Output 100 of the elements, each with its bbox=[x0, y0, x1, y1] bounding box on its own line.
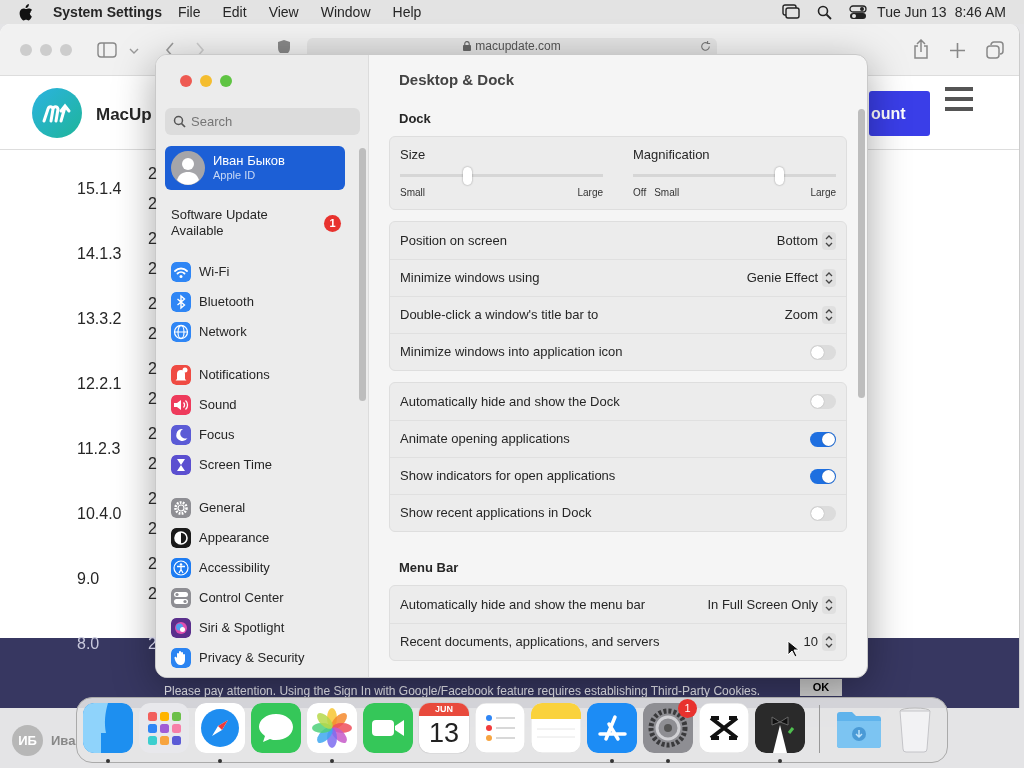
sidebar-item[interactable]: Notifications bbox=[165, 360, 345, 390]
logo-icon[interactable] bbox=[32, 88, 82, 138]
orb-icon bbox=[171, 618, 191, 638]
zoom-button[interactable] bbox=[220, 75, 232, 87]
scrollbar[interactable] bbox=[359, 148, 366, 401]
account-item[interactable]: Иван Быков Apple ID bbox=[165, 146, 345, 190]
table-cell-text: 2 bbox=[148, 293, 157, 314]
menu-icon[interactable] bbox=[945, 87, 973, 111]
menu-item[interactable]: Window bbox=[320, 1, 371, 23]
toggles-icon[interactable] bbox=[849, 4, 868, 20]
menu-bar-clock[interactable]: 8:46 AM bbox=[954, 1, 1006, 23]
finder-icon[interactable] bbox=[83, 703, 133, 753]
arrow-mark-icon bbox=[42, 103, 72, 123]
scrollbar[interactable] bbox=[858, 109, 865, 398]
popup-button[interactable]: In Full Screen Only bbox=[707, 594, 836, 615]
shield-icon[interactable] bbox=[278, 40, 290, 53]
table-cell-text: 2 bbox=[148, 358, 157, 379]
account-subtitle: Apple ID bbox=[213, 168, 257, 183]
slider-thumb[interactable] bbox=[775, 166, 785, 185]
calendar-icon[interactable]: JUN 13 bbox=[419, 703, 469, 753]
display-icon[interactable] bbox=[782, 4, 801, 20]
popup-button[interactable]: Genie Effect bbox=[746, 268, 836, 288]
stepper-icon bbox=[822, 595, 836, 614]
mouse-pointer-icon bbox=[787, 640, 799, 658]
popup-button[interactable]: 10 bbox=[803, 632, 836, 652]
sidebar-item[interactable]: Appearance bbox=[165, 523, 345, 553]
sidebar-item[interactable]: Control Center bbox=[165, 583, 345, 613]
chevron-icon[interactable] bbox=[129, 47, 139, 55]
app-store-icon[interactable] bbox=[587, 703, 637, 753]
wifi-icon bbox=[171, 262, 191, 282]
popup-button[interactable]: Bottom bbox=[776, 230, 836, 251]
setting-label: Automatically hide and show the menu bar bbox=[400, 595, 645, 614]
pane-title: Desktop & Dock bbox=[398, 69, 516, 90]
sidebar-item[interactable]: Focus bbox=[165, 420, 345, 450]
address-field[interactable]: macupdate.com bbox=[307, 38, 717, 54]
slider-thumb[interactable] bbox=[463, 166, 472, 185]
sidebar-item[interactable]: Bluetooth bbox=[165, 287, 345, 317]
version-cell-text: 15.1.4 bbox=[76, 178, 123, 199]
search-field[interactable]: Search bbox=[165, 108, 360, 135]
popup-button[interactable]: Zoom bbox=[784, 305, 836, 325]
sidebar-item[interactable]: Siri & Spotlight bbox=[165, 613, 345, 643]
setting-label: Automatically hide and show the Dock bbox=[400, 392, 620, 411]
gear-icon[interactable] bbox=[643, 703, 693, 753]
sidebar-item[interactable]: Wi-Fi bbox=[165, 257, 345, 287]
grid-icon[interactable] bbox=[139, 703, 189, 753]
sidebar-item[interactable]: Privacy & Security bbox=[165, 643, 345, 673]
sidebar-item[interactable]: Accessibility bbox=[165, 553, 345, 583]
notification-badge: 1 bbox=[678, 699, 697, 718]
tick-label: Large bbox=[810, 185, 836, 200]
sidebar-item[interactable]: Network bbox=[165, 317, 345, 347]
tabs-icon[interactable] bbox=[986, 41, 1004, 59]
account-button[interactable]: ount bbox=[869, 91, 930, 136]
close-button[interactable] bbox=[20, 44, 32, 56]
menu-item[interactable]: Edit bbox=[222, 1, 247, 23]
share-icon[interactable] bbox=[913, 39, 929, 59]
chat-bubble-icon[interactable] bbox=[251, 703, 301, 753]
tick-label: Small bbox=[400, 185, 425, 200]
toggle-switch[interactable] bbox=[810, 468, 836, 484]
flower-icon[interactable] bbox=[307, 703, 357, 753]
sidebar-item[interactable]: Sound bbox=[165, 390, 345, 420]
sidebar-item[interactable]: General bbox=[165, 493, 345, 523]
toggle-switch[interactable] bbox=[810, 431, 836, 447]
app-menu[interactable]: System Settings bbox=[53, 1, 162, 23]
menu-item[interactable]: View bbox=[268, 1, 299, 23]
ok-button[interactable]: OK bbox=[800, 679, 842, 696]
version-cell-text: 8.0 bbox=[76, 633, 101, 654]
minimize-button[interactable] bbox=[200, 75, 212, 87]
video-camera-icon[interactable] bbox=[363, 703, 413, 753]
update-label[interactable]: Software Update Available bbox=[171, 207, 291, 239]
tick-label: Off bbox=[633, 185, 647, 200]
reload-icon[interactable] bbox=[700, 41, 711, 52]
setting-label: Show indicators for open applications bbox=[400, 467, 616, 486]
tick-label: Large bbox=[577, 185, 603, 200]
sidebar-item[interactable]: Screen Time bbox=[165, 450, 345, 480]
setting-label: Double-click a window's title bar to bbox=[400, 306, 599, 325]
stepper-icon bbox=[822, 269, 836, 287]
notepad-icon[interactable] bbox=[531, 703, 581, 753]
bluetooth-icon bbox=[171, 292, 191, 312]
close-button[interactable] bbox=[180, 75, 192, 87]
menu-bar-date[interactable]: Tue Jun 13 bbox=[877, 1, 947, 23]
menu-item[interactable]: Help bbox=[392, 1, 422, 23]
sidebar-icon[interactable] bbox=[97, 42, 117, 58]
lock-icon bbox=[463, 41, 472, 51]
toggle-switch[interactable] bbox=[810, 505, 836, 521]
tuxedo-icon[interactable] bbox=[755, 703, 805, 753]
toggle-switch[interactable] bbox=[810, 344, 836, 360]
zoom-button[interactable] bbox=[60, 44, 72, 56]
list-icon[interactable] bbox=[475, 703, 525, 753]
crossed-lines-icon[interactable] bbox=[699, 703, 749, 753]
plus-icon[interactable] bbox=[950, 43, 965, 58]
compass-icon[interactable] bbox=[195, 703, 245, 753]
version-cell-text: 11.2.3 bbox=[76, 438, 122, 459]
table-cell-text: 2 bbox=[148, 193, 157, 214]
toggle-switch[interactable] bbox=[810, 394, 836, 409]
search-icon[interactable] bbox=[817, 4, 833, 20]
table-cell-text: 2 bbox=[148, 323, 157, 344]
table-cell-text: 2 bbox=[148, 518, 157, 539]
minimize-button[interactable] bbox=[40, 44, 52, 56]
site-name[interactable]: MacUp bbox=[96, 102, 152, 128]
menu-item[interactable]: File bbox=[177, 1, 201, 23]
